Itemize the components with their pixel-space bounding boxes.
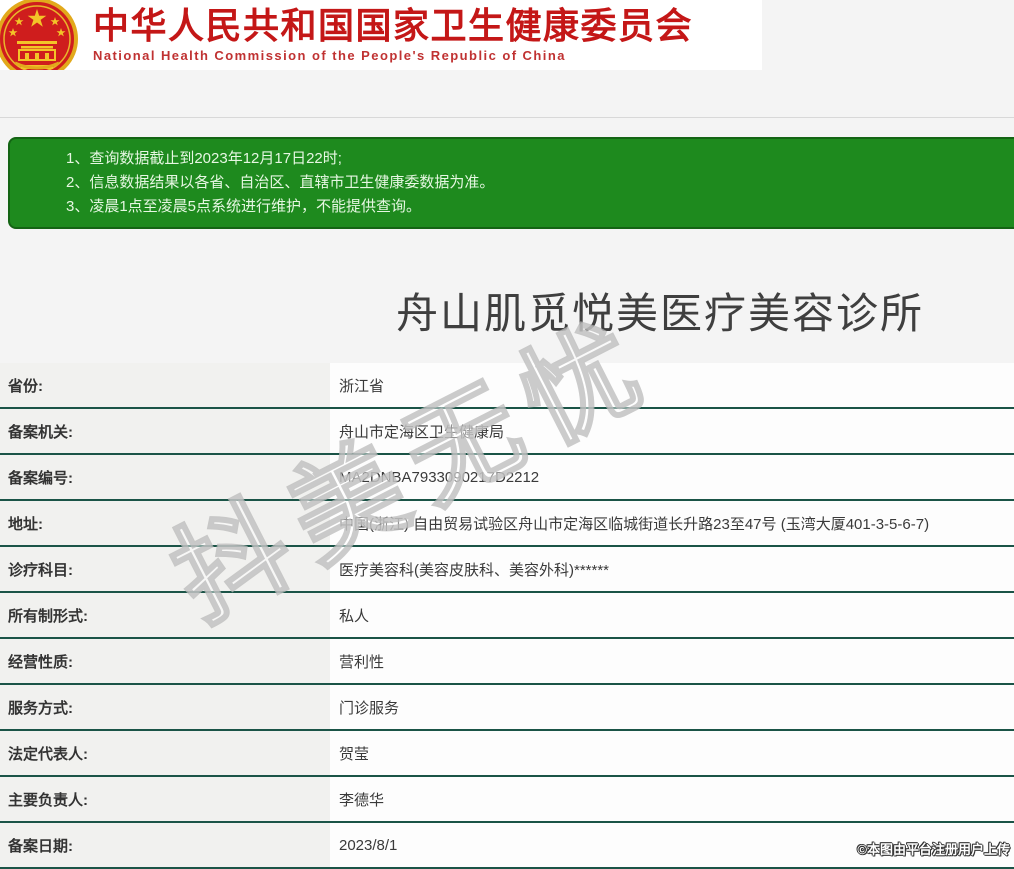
table-row-address: 地址: 中国(浙江) 自由贸易试验区舟山市定海区临城街道长升路23至47号 (玉…	[0, 501, 1014, 547]
row-label: 所有制形式:	[0, 593, 330, 637]
site-title-chinese: 中华人民共和国国家卫生健康委员会	[93, 5, 694, 46]
row-value: MA2DNBA7933090217D2212	[330, 455, 1014, 499]
site-title-english: National Health Commission of the People…	[93, 47, 566, 63]
row-label: 法定代表人:	[0, 731, 330, 775]
row-value: 李德华	[330, 777, 1014, 821]
notice-line-2: 2、信息数据结果以各省、自治区、直辖市卫生健康委数据为准。	[66, 174, 495, 191]
row-label: 服务方式:	[0, 685, 330, 729]
table-row-service-mode: 服务方式: 门诊服务	[0, 685, 1014, 731]
row-value: 中国(浙江) 自由贸易试验区舟山市定海区临城街道长升路23至47号 (玉湾大厦4…	[330, 501, 1014, 545]
row-value: 浙江省	[330, 363, 1014, 407]
table-row-filing-number: 备案编号: MA2DNBA7933090217D2212	[0, 455, 1014, 501]
row-value: 门诊服务	[330, 685, 1014, 729]
notice-line-1: 1、查询数据截止到2023年12月17日22时;	[66, 150, 342, 167]
row-label: 主要负责人:	[0, 777, 330, 821]
table-row-medical-subjects: 诊疗科目: 医疗美容科(美容皮肤科、美容外科)******	[0, 547, 1014, 593]
header-divider	[0, 117, 1014, 118]
clinic-info-table: 省份: 浙江省 备案机关: 舟山市定海区卫生健康局 备案编号: MA2DNBA7…	[0, 363, 1014, 869]
header-titles: 中华人民共和国国家卫生健康委员会 National Health Commiss…	[93, 0, 693, 63]
table-row-operating-nature: 经营性质: 营利性	[0, 639, 1014, 685]
row-label: 备案日期:	[0, 823, 330, 867]
table-row-province: 省份: 浙江省	[0, 363, 1014, 409]
row-label: 备案机关:	[0, 409, 330, 453]
row-label: 诊疗科目:	[0, 547, 330, 591]
table-row-filing-authority: 备案机关: 舟山市定海区卫生健康局	[0, 409, 1014, 455]
table-row-legal-representative: 法定代表人: 贺莹	[0, 731, 1014, 777]
row-value: 医疗美容科(美容皮肤科、美容外科)******	[330, 547, 1014, 591]
row-label: 省份:	[0, 363, 330, 407]
row-label: 地址:	[0, 501, 330, 545]
notice-box: 1、查询数据截止到2023年12月17日22时; 2、信息数据结果以各省、自治区…	[8, 137, 1014, 229]
row-value: 私人	[330, 593, 1014, 637]
row-label: 经营性质:	[0, 639, 330, 683]
row-label: 备案编号:	[0, 455, 330, 499]
upload-attribution-watermark: ©本图由平台注册用户上传	[857, 842, 1010, 857]
table-row-principal: 主要负责人: 李德华	[0, 777, 1014, 823]
row-value: 舟山市定海区卫生健康局	[330, 409, 1014, 453]
row-value: 贺莹	[330, 731, 1014, 775]
row-value: 营利性	[330, 639, 1014, 683]
table-row-ownership: 所有制形式: 私人	[0, 593, 1014, 639]
site-header: 中华人民共和国国家卫生健康委员会 National Health Commiss…	[0, 0, 762, 70]
clinic-name-title: 舟山肌觅悦美医疗美容诊所	[395, 290, 924, 337]
notice-line-3: 3、凌晨1点至凌晨5点系统进行维护，不能提供查询。	[66, 198, 422, 215]
national-emblem-icon	[0, 0, 78, 70]
